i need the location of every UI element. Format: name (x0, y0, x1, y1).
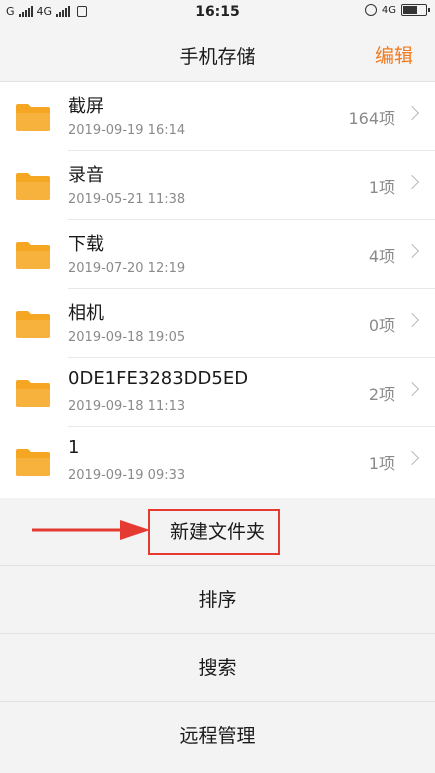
folder-date: 2019-05-21 11:38 (68, 192, 186, 207)
folder-name: 下载 (68, 234, 104, 255)
search-label: 搜索 (198, 657, 237, 679)
new-folder-label: 新建文件夹 (169, 521, 265, 543)
list-item[interactable]: 相机 2019-09-18 19:05 0项 (0, 289, 435, 358)
chevron-right-icon (404, 450, 420, 466)
folder-icon (16, 380, 50, 407)
folder-count: 0项 (368, 316, 395, 335)
battery-icon (401, 4, 430, 16)
status-bar: G 4G 16:15 4G (0, 0, 435, 26)
folder-icon (16, 449, 50, 476)
folder-count: 2项 (368, 385, 395, 404)
folder-name: 1 (68, 437, 80, 458)
list-item[interactable]: 录音 2019-05-21 11:38 1项 (0, 151, 435, 220)
chevron-right-icon (404, 105, 420, 121)
folder-icon (16, 173, 50, 200)
folder-date: 2019-07-20 12:19 (68, 261, 186, 276)
list-item[interactable]: 截屏 2019-09-19 16:14 164项 (0, 82, 435, 151)
folder-count: 164项 (348, 109, 395, 128)
alarm-icon (364, 4, 377, 16)
chevron-right-icon (404, 312, 420, 328)
folder-name: 0DE1FE3283DD5ED (68, 368, 249, 389)
folder-date: 2019-09-18 19:05 (68, 330, 186, 345)
new-folder-button[interactable]: 新建文件夹 (0, 498, 435, 566)
action-sheet: 新建文件夹 排序 搜索 远程管理 (0, 498, 435, 773)
folder-count: 1项 (368, 454, 395, 473)
folder-count: 1项 (368, 178, 395, 197)
search-button[interactable]: 搜索 (0, 634, 435, 702)
folder-icon (16, 242, 50, 269)
folder-date: 2019-09-19 09:33 (68, 468, 186, 483)
list-item[interactable]: 下载 2019-07-20 12:19 4项 (0, 220, 435, 289)
folder-list: 截屏 2019-09-19 16:14 164项 录音 2019-05-21 1… (0, 82, 435, 496)
page-title: 手机存储 (179, 46, 256, 68)
folder-date: 2019-09-18 11:13 (68, 399, 186, 414)
chevron-right-icon (404, 381, 420, 397)
folder-name: 相机 (68, 303, 104, 324)
battery-level (403, 6, 417, 14)
sort-label: 排序 (198, 589, 237, 611)
status-right: 4G (364, 4, 430, 16)
network-label-right: 4G (381, 4, 396, 16)
annotation-arrow (32, 520, 150, 540)
chevron-right-icon (404, 243, 420, 259)
sort-button[interactable]: 排序 (0, 566, 435, 634)
chevron-right-icon (404, 174, 420, 190)
folder-icon (16, 104, 50, 131)
remote-manage-button[interactable]: 远程管理 (0, 702, 435, 770)
folder-name: 录音 (68, 165, 104, 186)
folder-date: 2019-09-19 16:14 (68, 123, 186, 138)
folder-icon (16, 311, 50, 338)
folder-name: 截屏 (68, 96, 104, 117)
remote-manage-label: 远程管理 (179, 725, 256, 747)
list-item[interactable]: 0DE1FE3283DD5ED 2019-09-18 11:13 2项 (0, 358, 435, 427)
folder-count: 4项 (368, 247, 395, 266)
list-item[interactable]: 1 2019-09-19 09:33 1项 (0, 427, 435, 496)
edit-button[interactable]: 编辑 (375, 41, 413, 68)
title-bar: 手机存储 编辑 (0, 26, 435, 82)
